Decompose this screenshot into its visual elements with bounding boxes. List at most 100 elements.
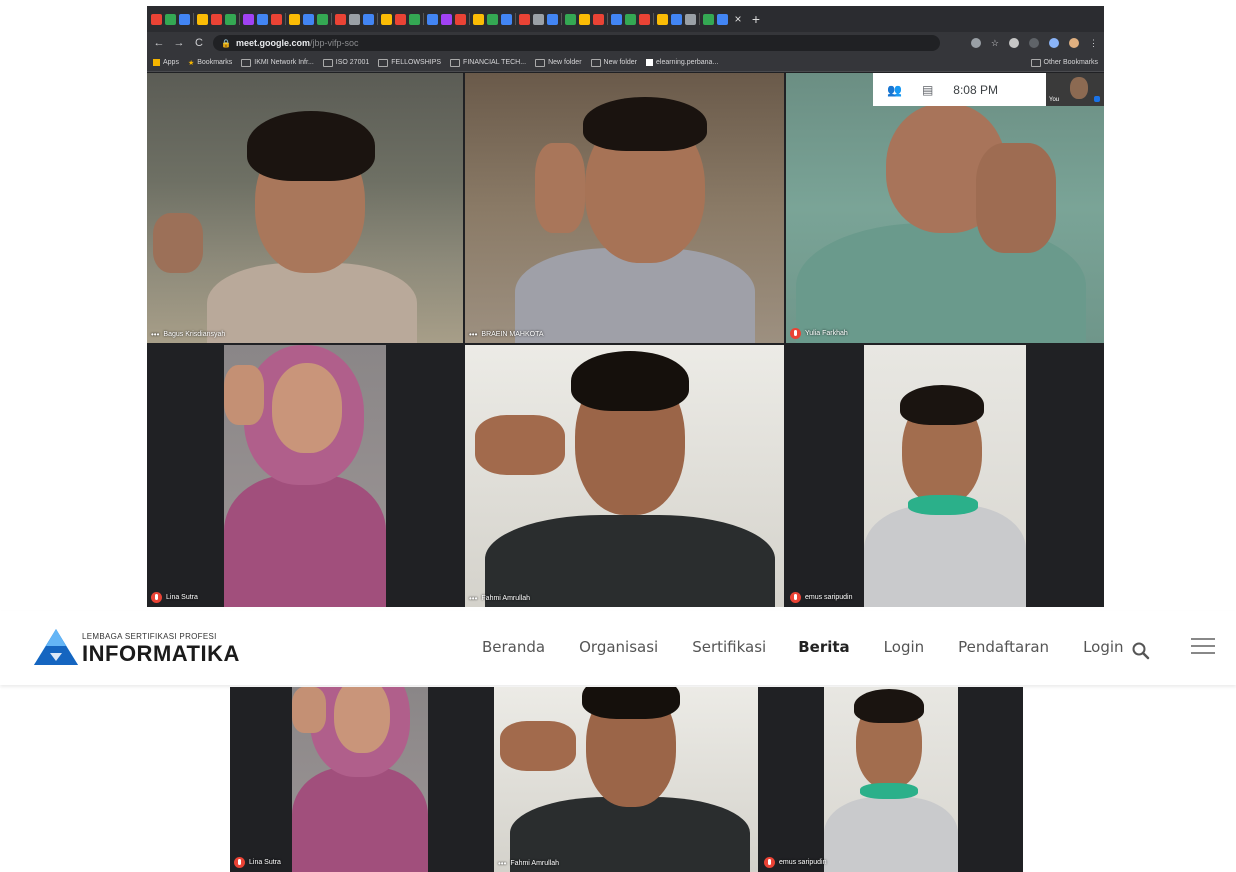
nav-login[interactable]: Login [884,638,924,656]
url-host: meet.google.com [235,38,310,48]
browser-tab-favicon-icon[interactable] [303,13,314,25]
browser-tab-favicon-icon[interactable] [547,13,558,25]
browser-tab-favicon-icon[interactable] [455,13,466,25]
nav-pendaftaran[interactable]: Pendaftaran [958,638,1049,656]
browser-tab-favicon-icon[interactable] [211,13,222,25]
browser-tab-favicon-icon[interactable] [657,13,668,25]
bookmark-folder[interactable]: New folder [535,58,582,67]
address-bar: ← → C 🔒 meet.google.com/jbp-vifp-soc ☆ ⋮ [147,32,1104,54]
browser-tab-favicon-icon[interactable] [243,13,254,25]
folder-icon [241,58,252,67]
browser-tab-favicon-icon[interactable] [225,13,236,25]
bookmark-apps[interactable]: Apps [153,59,179,66]
browser-tab-favicon-icon[interactable] [335,13,346,25]
bookmark-folder[interactable]: ISO 27001 [322,58,369,67]
browser-tab-favicon-icon[interactable] [441,13,452,25]
reload-icon[interactable]: C [193,37,205,49]
browser-tab-favicon-icon[interactable] [257,13,268,25]
audio-level-icon: ••• [469,594,478,603]
browser-tab-favicon-icon[interactable] [639,13,650,25]
nav-sertifikasi[interactable]: Sertifikasi [692,638,766,656]
self-view[interactable]: You [1046,73,1104,106]
browser-tab-favicon-icon[interactable] [427,13,438,25]
participant-name: ••• Fahmi Amrullah [498,859,560,868]
browser-tab-favicon-icon[interactable] [593,13,604,25]
hamburger-menu-icon[interactable] [1191,638,1215,656]
forward-arrow-icon[interactable]: → [173,37,185,49]
tab-divider [561,13,562,25]
video-tile[interactable]: ••• Bagus Krisdiansyah [147,73,463,343]
back-arrow-icon[interactable]: ← [153,37,165,49]
bookmark-folder[interactable]: FELLOWSHIPS [378,58,441,67]
audio-level-icon: ••• [469,330,478,339]
meet-top-bar: 👥 ▤ 8:08 PM You [873,73,1104,106]
browser-tab-favicon-icon[interactable] [611,13,622,25]
profile-avatar-icon[interactable] [1069,38,1079,48]
bookmark-elearning[interactable]: elearning.perbana... [646,59,718,66]
bookmark-bookmarks[interactable]: ★ Bookmarks [188,59,232,67]
mic-off-icon [764,857,775,868]
browser-tab-favicon-icon[interactable] [703,13,714,25]
extension-icon[interactable] [1009,38,1019,48]
browser-tab-favicon-icon[interactable] [579,13,590,25]
participants-icon[interactable]: 👥 [887,83,902,97]
camera-indicator-icon[interactable] [970,38,981,48]
main-nav: Beranda Organisasi Sertifikasi Berita Lo… [482,638,1124,656]
browser-tab-favicon-icon[interactable] [501,13,512,25]
browser-tab-favicon-icon[interactable] [717,13,728,25]
brand-name[interactable]: INFORMATIKA [82,641,240,667]
video-tile[interactable]: ••• Fahmi Amrullah [465,345,784,607]
browser-tab-favicon-icon[interactable] [165,13,176,25]
browser-tab-favicon-icon[interactable] [179,13,190,25]
browser-tab-favicon-icon[interactable] [671,13,682,25]
bookmarks-bar: Apps ★ Bookmarks IKMI Network Infr... ISO… [147,54,1104,72]
video-tile[interactable]: emus saripudin [786,345,1104,607]
nav-beranda[interactable]: Beranda [482,638,545,656]
search-icon[interactable] [1131,641,1151,661]
browser-tab-favicon-icon[interactable] [487,13,498,25]
mic-off-icon [234,857,245,868]
browser-tab-favicon-icon[interactable] [363,13,374,25]
folder-icon [1030,58,1041,67]
browser-tab-favicon-icon[interactable] [271,13,282,25]
browser-tab-favicon-icon[interactable] [565,13,576,25]
browser-tab-favicon-icon[interactable] [473,13,484,25]
nav-login-2[interactable]: Login [1083,638,1123,656]
lsp-logo-icon[interactable] [32,627,80,667]
tab-divider [423,13,424,25]
video-tile: emus saripudin [760,687,1023,872]
close-tab-icon[interactable]: × [731,12,745,26]
browser-tab-favicon-icon[interactable] [519,13,530,25]
video-grid: ••• Bagus Krisdiansyah ••• BRAEIN MAHKOTA … [147,73,1104,607]
nav-berita[interactable]: Berita [798,638,849,656]
bookmark-folder[interactable]: New folder [590,58,637,67]
video-tile[interactable]: Yulia Farkhah 👥 ▤ 8:08 PM You [786,73,1104,343]
menu-kebab-icon[interactable]: ⋮ [1089,38,1098,49]
browser-tab-favicon-icon[interactable] [151,13,162,25]
url-field[interactable]: 🔒 meet.google.com/jbp-vifp-soc [213,35,940,51]
bookmark-folder[interactable]: IKMI Network Infr... [241,58,314,67]
participant-name: Lina Sutra [151,592,198,603]
video-tile[interactable]: Lina Sutra [147,345,463,607]
browser-tab-favicon-icon[interactable] [533,13,544,25]
new-tab-icon[interactable]: + [748,11,764,27]
browser-tab-favicon-icon[interactable] [317,13,328,25]
nav-organisasi[interactable]: Organisasi [579,638,658,656]
browser-tab-favicon-icon[interactable] [381,13,392,25]
browser-tab-favicon-icon[interactable] [625,13,636,25]
browser-tab-favicon-icon[interactable] [409,13,420,25]
extension-icon[interactable] [1049,38,1059,48]
browser-tab-favicon-icon[interactable] [289,13,300,25]
browser-tab-favicon-icon[interactable] [349,13,360,25]
bookmark-folder[interactable]: FINANCIAL TECH... [450,58,526,67]
participant-name: ••• Fahmi Amrullah [469,594,531,603]
folder-icon [590,58,601,67]
chat-icon[interactable]: ▤ [922,83,933,97]
bookmark-other[interactable]: Other Bookmarks [1030,58,1098,67]
browser-tab-favicon-icon[interactable] [685,13,696,25]
star-icon[interactable]: ☆ [991,38,999,49]
extension-icon[interactable] [1029,38,1039,48]
browser-tab-favicon-icon[interactable] [395,13,406,25]
video-tile[interactable]: ••• BRAEIN MAHKOTA [465,73,784,343]
browser-tab-favicon-icon[interactable] [197,13,208,25]
